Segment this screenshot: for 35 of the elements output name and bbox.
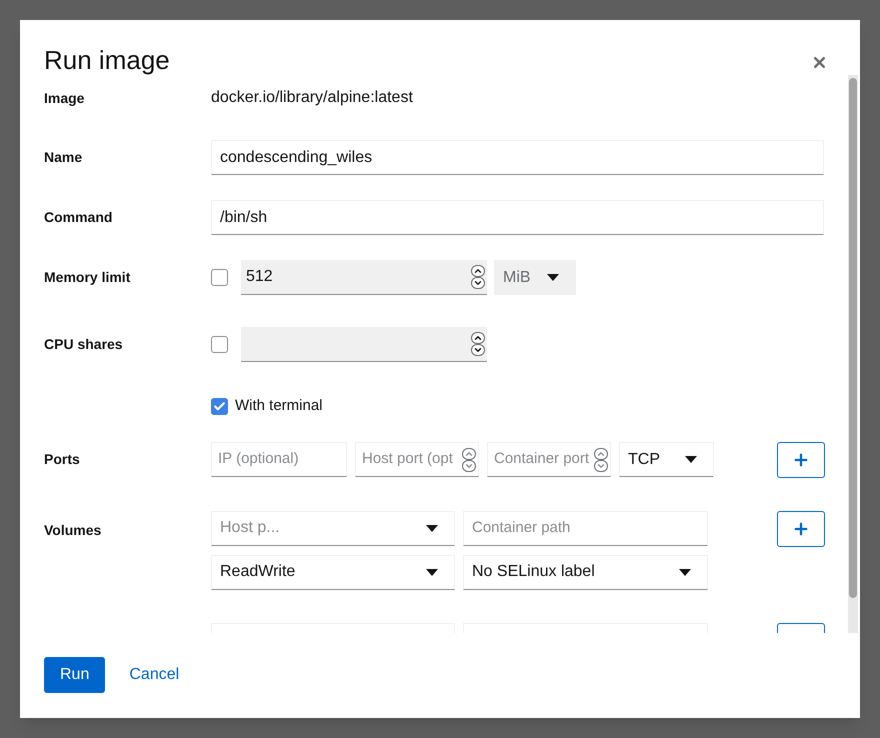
cancel-button[interactable]: Cancel (113, 657, 196, 693)
check-icon (213, 400, 226, 413)
field-label: CPU shares (44, 335, 124, 354)
caret-icon (426, 568, 438, 576)
caret-icon (685, 456, 697, 463)
plus-icon (792, 520, 810, 538)
caret-icon (679, 568, 691, 576)
run-button[interactable]: Run (44, 657, 106, 693)
dropdown[interactable]: TCP (619, 442, 714, 477)
caret-icon (547, 274, 559, 281)
field-label: Memory limit (44, 268, 132, 287)
image-value: docker.io/library/alpine:latest (211, 88, 413, 108)
field-label: Ports (44, 450, 81, 469)
field-label: Image (44, 88, 86, 108)
caret-icon (426, 524, 438, 532)
port-input[interactable]: IP (optional) (211, 442, 347, 477)
add-button[interactable] (777, 510, 825, 546)
dropdown[interactable]: Host p... (211, 510, 455, 546)
add-button[interactable] (777, 442, 825, 478)
checkbox[interactable] (211, 398, 228, 415)
name-input[interactable]: condescending_wiles (211, 140, 824, 175)
plus-icon (792, 450, 810, 468)
field-label: Volumes (44, 520, 102, 540)
dropdown[interactable]: No SELinux label (463, 554, 708, 590)
field-label: Command (44, 208, 114, 227)
scrollbar[interactable] (848, 75, 858, 633)
command-input[interactable]: /bin/sh (211, 200, 824, 235)
close-icon[interactable] (811, 54, 828, 71)
port-input[interactable]: Container port (487, 442, 611, 477)
container-path-input[interactable]: Container path (463, 510, 708, 546)
field-label: Name (44, 148, 84, 167)
checkbox-label: With terminal (235, 396, 323, 416)
dialog-title: Run image (44, 44, 170, 76)
dropdown[interactable]: ReadWrite (211, 554, 455, 590)
port-input[interactable]: Host port (opt (355, 442, 479, 477)
